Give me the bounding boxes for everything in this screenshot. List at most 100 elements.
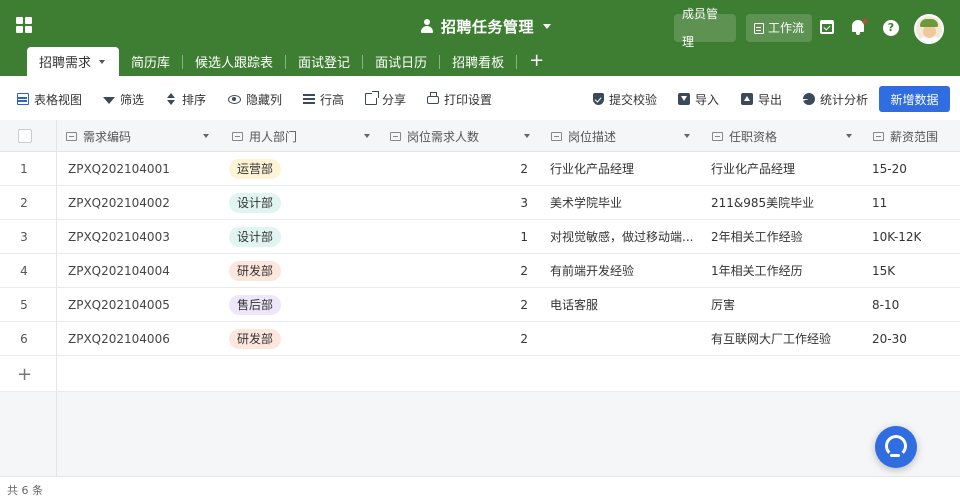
cell-qualification[interactable]: 1年相关工作经历 bbox=[711, 254, 861, 288]
column-title: 岗位描述 bbox=[568, 129, 617, 144]
chevron-down-icon[interactable] bbox=[203, 134, 209, 138]
members-button[interactable]: 成员管理 bbox=[674, 7, 736, 49]
row-height-label: 行高 bbox=[320, 92, 345, 107]
row-index[interactable]: 1 bbox=[0, 152, 48, 186]
print-settings-button[interactable]: 打印设置 bbox=[427, 90, 492, 108]
table-row[interactable]: 5 ZPXQ202104005 2 电话客服 厉害 8-10 售后部 bbox=[0, 288, 960, 322]
cell-salary-range[interactable]: 15K bbox=[872, 254, 895, 288]
row-index[interactable]: 5 bbox=[0, 288, 48, 322]
chevron-down-icon[interactable] bbox=[846, 134, 852, 138]
eye-icon bbox=[228, 94, 241, 104]
table-row[interactable]: 1 ZPXQ202104001 2 行业化产品经理 行业化产品经理 15-20 运营部 bbox=[0, 152, 960, 186]
cell-job-description[interactable]: 有前端开发经验 bbox=[550, 254, 695, 288]
row-height-button[interactable]: 行高 bbox=[303, 90, 344, 108]
share-label: 分享 bbox=[382, 92, 407, 107]
new-data-button[interactable]: 新增数据 bbox=[879, 86, 950, 112]
cell-demand-code[interactable]: ZPXQ202104002 bbox=[68, 186, 170, 220]
department-tag[interactable]: 研发部 bbox=[229, 261, 282, 281]
cell-qualification[interactable]: 厉害 bbox=[711, 288, 861, 322]
cell-demand-code[interactable]: ZPXQ202104003 bbox=[68, 220, 170, 254]
table-row[interactable]: 2 ZPXQ202104002 3 美术学院毕业 211&985美院毕业 11 设计部 bbox=[0, 186, 960, 220]
table-header: 需求编码 用人部门 岗位需求人数 岗位描述 任职资格 薪资范围 bbox=[0, 120, 960, 152]
department-tag[interactable]: 售后部 bbox=[229, 295, 282, 315]
cell-headcount[interactable]: 2 bbox=[500, 254, 528, 288]
department-tag[interactable]: 设计部 bbox=[229, 193, 282, 213]
workflow-button[interactable]: 工作流 bbox=[746, 14, 812, 42]
cell-qualification[interactable]: 有互联网大厂工作经验 bbox=[711, 322, 861, 356]
row-index[interactable]: 6 bbox=[0, 322, 48, 356]
cell-headcount[interactable]: 1 bbox=[500, 220, 528, 254]
cell-demand-code[interactable]: ZPXQ202104004 bbox=[68, 254, 170, 288]
tab-recruit-demand[interactable]: 招聘需求 bbox=[27, 47, 120, 76]
column-header[interactable]: 用人部门 bbox=[232, 120, 382, 152]
add-row-button[interactable]: + bbox=[0, 360, 960, 392]
cell-job-description[interactable]: 电话客服 bbox=[550, 288, 695, 322]
cell-qualification[interactable]: 211&985美院毕业 bbox=[711, 186, 861, 220]
tab-interview-calendar[interactable]: 面试日历 bbox=[363, 47, 439, 76]
column-header[interactable]: 薪资范围 bbox=[873, 120, 960, 152]
help-icon[interactable]: ? bbox=[883, 20, 899, 36]
share-button[interactable]: 分享 bbox=[365, 90, 406, 108]
chevron-down-icon[interactable] bbox=[99, 59, 106, 64]
column-header[interactable]: 岗位描述 bbox=[551, 120, 701, 152]
select-all-checkbox[interactable] bbox=[18, 129, 32, 143]
tab-recruit-dashboard[interactable]: 招聘看板 bbox=[440, 47, 516, 76]
department-tag[interactable]: 运营部 bbox=[229, 159, 282, 179]
table-row[interactable]: 4 ZPXQ202104004 2 有前端开发经验 1年相关工作经历 15K 研发部 bbox=[0, 254, 960, 288]
cell-headcount[interactable]: 3 bbox=[500, 186, 528, 220]
row-index[interactable]: 4 bbox=[0, 254, 48, 288]
department-tag[interactable]: 研发部 bbox=[229, 329, 282, 349]
avatar[interactable] bbox=[914, 14, 944, 44]
cell-salary-range[interactable]: 15-20 bbox=[872, 152, 907, 186]
cell-salary-range[interactable]: 11 bbox=[872, 186, 887, 220]
table-row[interactable]: 6 ZPXQ202104006 2 有互联网大厂工作经验 20-30 研发部 bbox=[0, 322, 960, 356]
cell-salary-range[interactable]: 8-10 bbox=[872, 288, 899, 322]
cell-job-description[interactable]: 行业化产品经理 bbox=[550, 152, 695, 186]
chevron-down-icon[interactable] bbox=[524, 134, 530, 138]
column-header[interactable]: 岗位需求人数 bbox=[390, 120, 540, 152]
tab-interview-registration[interactable]: 面试登记 bbox=[286, 47, 362, 76]
export-button[interactable]: 导出 bbox=[741, 90, 782, 108]
hide-columns-button[interactable]: 隐藏列 bbox=[228, 90, 282, 108]
cell-headcount[interactable]: 2 bbox=[500, 322, 528, 356]
cell-demand-code[interactable]: ZPXQ202104001 bbox=[68, 152, 170, 186]
sort-label: 排序 bbox=[182, 92, 207, 107]
cell-job-description[interactable]: 对视觉敏感，做过移动端... bbox=[550, 220, 695, 254]
table-row[interactable]: 3 ZPXQ202104003 1 对视觉敏感，做过移动端... 2年相关工作经验 10K… bbox=[0, 220, 960, 254]
calendar-icon[interactable] bbox=[820, 20, 834, 34]
stats-button[interactable]: 统计分析 bbox=[803, 90, 868, 108]
row-index[interactable]: 3 bbox=[0, 220, 48, 254]
submit-check-button[interactable]: 提交校验 bbox=[593, 90, 657, 108]
row-index[interactable]: 2 bbox=[0, 186, 48, 220]
cell-demand-code[interactable]: ZPXQ202104005 bbox=[68, 288, 170, 322]
cell-salary-range[interactable]: 20-30 bbox=[872, 322, 907, 356]
tab-candidate-tracking[interactable]: 候选人跟踪表 bbox=[183, 47, 285, 76]
chevron-down-icon[interactable] bbox=[364, 134, 370, 138]
sort-button[interactable]: 排序 bbox=[165, 90, 206, 108]
import-button[interactable]: 导入 bbox=[678, 90, 719, 108]
customer-support-icon[interactable] bbox=[875, 426, 917, 468]
app-title-switcher[interactable]: 招聘任务管理 bbox=[420, 16, 552, 36]
column-header[interactable]: 需求编码 bbox=[66, 120, 216, 152]
cell-headcount[interactable]: 2 bbox=[500, 288, 528, 322]
column-header[interactable]: 任职资格 bbox=[712, 120, 862, 152]
app-grid-icon[interactable] bbox=[16, 17, 32, 33]
department-tag[interactable]: 设计部 bbox=[229, 227, 282, 247]
hide-columns-label: 隐藏列 bbox=[246, 92, 283, 107]
add-tab-button[interactable]: + bbox=[517, 47, 556, 76]
cell-qualification[interactable]: 2年相关工作经验 bbox=[711, 220, 861, 254]
cell-job-description[interactable]: 美术学院毕业 bbox=[550, 186, 695, 220]
chevron-down-icon[interactable] bbox=[684, 134, 690, 138]
cell-job-description[interactable] bbox=[550, 322, 695, 356]
tab-resume-library[interactable]: 简历库 bbox=[119, 47, 182, 76]
cell-headcount[interactable]: 2 bbox=[500, 152, 528, 186]
cell-salary-range[interactable]: 10K-12K bbox=[872, 220, 921, 254]
tab-bar: 招聘需求 简历库 候选人跟踪表 面试登记 面试日历 招聘看板 + bbox=[27, 47, 556, 76]
notification-bell-icon[interactable] bbox=[851, 18, 868, 35]
cell-demand-code[interactable]: ZPXQ202104006 bbox=[68, 322, 170, 356]
filter-button[interactable]: 筛选 bbox=[103, 90, 144, 108]
table-view-button[interactable]: 表格视图 bbox=[17, 90, 82, 108]
status-bar: 共 6 条 bbox=[0, 476, 960, 502]
data-table: 需求编码 用人部门 岗位需求人数 岗位描述 任职资格 薪资范围 1ZPXQ20 bbox=[0, 120, 960, 476]
cell-qualification[interactable]: 行业化产品经理 bbox=[711, 152, 861, 186]
